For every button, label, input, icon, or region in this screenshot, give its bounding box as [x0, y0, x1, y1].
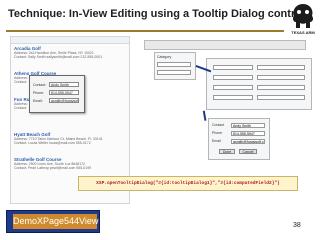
computed-field-1[interactable]: [213, 65, 253, 70]
logo-emblem-icon: [292, 4, 314, 28]
list-item: Strathelle Golf Course Address: 2500 Lio…: [14, 157, 124, 170]
computed-field-3b[interactable]: [257, 85, 305, 90]
field-email-input[interactable]: asmith@foggysoft.com: [231, 139, 265, 144]
tooltip-dialog-designer: Contact Andy Smith Phone 814-555-5547 Em…: [208, 118, 270, 160]
category-panel: Category: [154, 52, 196, 80]
field-contact-label: Contact: [212, 123, 225, 127]
done-button[interactable]: Done: [219, 149, 235, 154]
popup-email-row: Email: asmith@foggysoft.com: [33, 98, 81, 104]
slide-header: Technique: In-View Editing using a Toolt…: [0, 0, 305, 40]
category-field-2[interactable]: [157, 70, 191, 75]
field-phone-label: Phone: [212, 131, 223, 135]
list-item: Hyatt Beach Golf Address: 7710 Talon Har…: [14, 132, 124, 145]
tooltip-dialog: Contact: Andy Smith Phone: 814-555-5547 …: [29, 75, 85, 113]
designer-screenshot: Category Contact Andy Smith Phone 814-55…: [136, 40, 316, 180]
app-tab-strip: [11, 37, 129, 44]
field-contact-input[interactable]: Andy Smith: [231, 123, 265, 128]
demo-button-label: DemoXPage544View: [13, 214, 98, 229]
popup-contact-input[interactable]: Andy Smith: [49, 82, 79, 87]
course-contact: Contact: Pearl Lathrop pearl@mail.com 55…: [14, 166, 92, 170]
computed-field-3[interactable]: [213, 85, 253, 90]
course-contact: Contact: Sally Smith sallysmith@mail.com…: [14, 55, 103, 59]
school-logo: TEXAS ARM: [288, 2, 318, 40]
callout-arrow-2: [203, 110, 207, 121]
computed-field-2[interactable]: [213, 75, 253, 80]
page-number: 38: [293, 222, 301, 229]
popup-contact-row: Contact: Andy Smith: [33, 82, 81, 88]
demo-button[interactable]: DemoXPage544View: [6, 210, 100, 233]
category-label: Category: [157, 55, 172, 59]
slide-title: Technique: In-View Editing using a Toolt…: [8, 8, 305, 20]
code-snippet: XSP.openTooltipDialog("#{id:tooltipDialo…: [78, 176, 298, 191]
popup-phone-input[interactable]: 814-555-5547: [49, 90, 79, 95]
computed-field-1b[interactable]: [257, 65, 305, 70]
category-field[interactable]: [157, 62, 191, 67]
computed-field-4b[interactable]: [257, 95, 305, 100]
designer-toolbar: [144, 40, 306, 50]
title-rule: [6, 30, 284, 32]
field-phone-input[interactable]: 814-555-5547: [231, 131, 265, 136]
course-contact: Contact: Lucas Weller lucas@mail.com 555…: [14, 141, 91, 145]
popup-contact-label: Contact:: [33, 83, 47, 87]
computed-fields-panel: [206, 58, 312, 110]
popup-phone-row: Phone: 814-555-5547: [33, 90, 81, 96]
cancel-button[interactable]: Cancel: [239, 149, 257, 154]
popup-email-label: Email:: [33, 99, 43, 103]
logo-text: TEXAS ARM: [291, 30, 315, 35]
popup-email-input[interactable]: asmith@foggysoft.com: [49, 98, 79, 103]
field-email-label: Email: [212, 139, 221, 143]
list-item: Arcadia Golf Address: 2s3 Hamilton Ave, …: [14, 46, 124, 59]
computed-field-2b[interactable]: [257, 75, 305, 80]
computed-field-4[interactable]: [213, 95, 253, 100]
popup-phone-label: Phone:: [33, 91, 45, 95]
